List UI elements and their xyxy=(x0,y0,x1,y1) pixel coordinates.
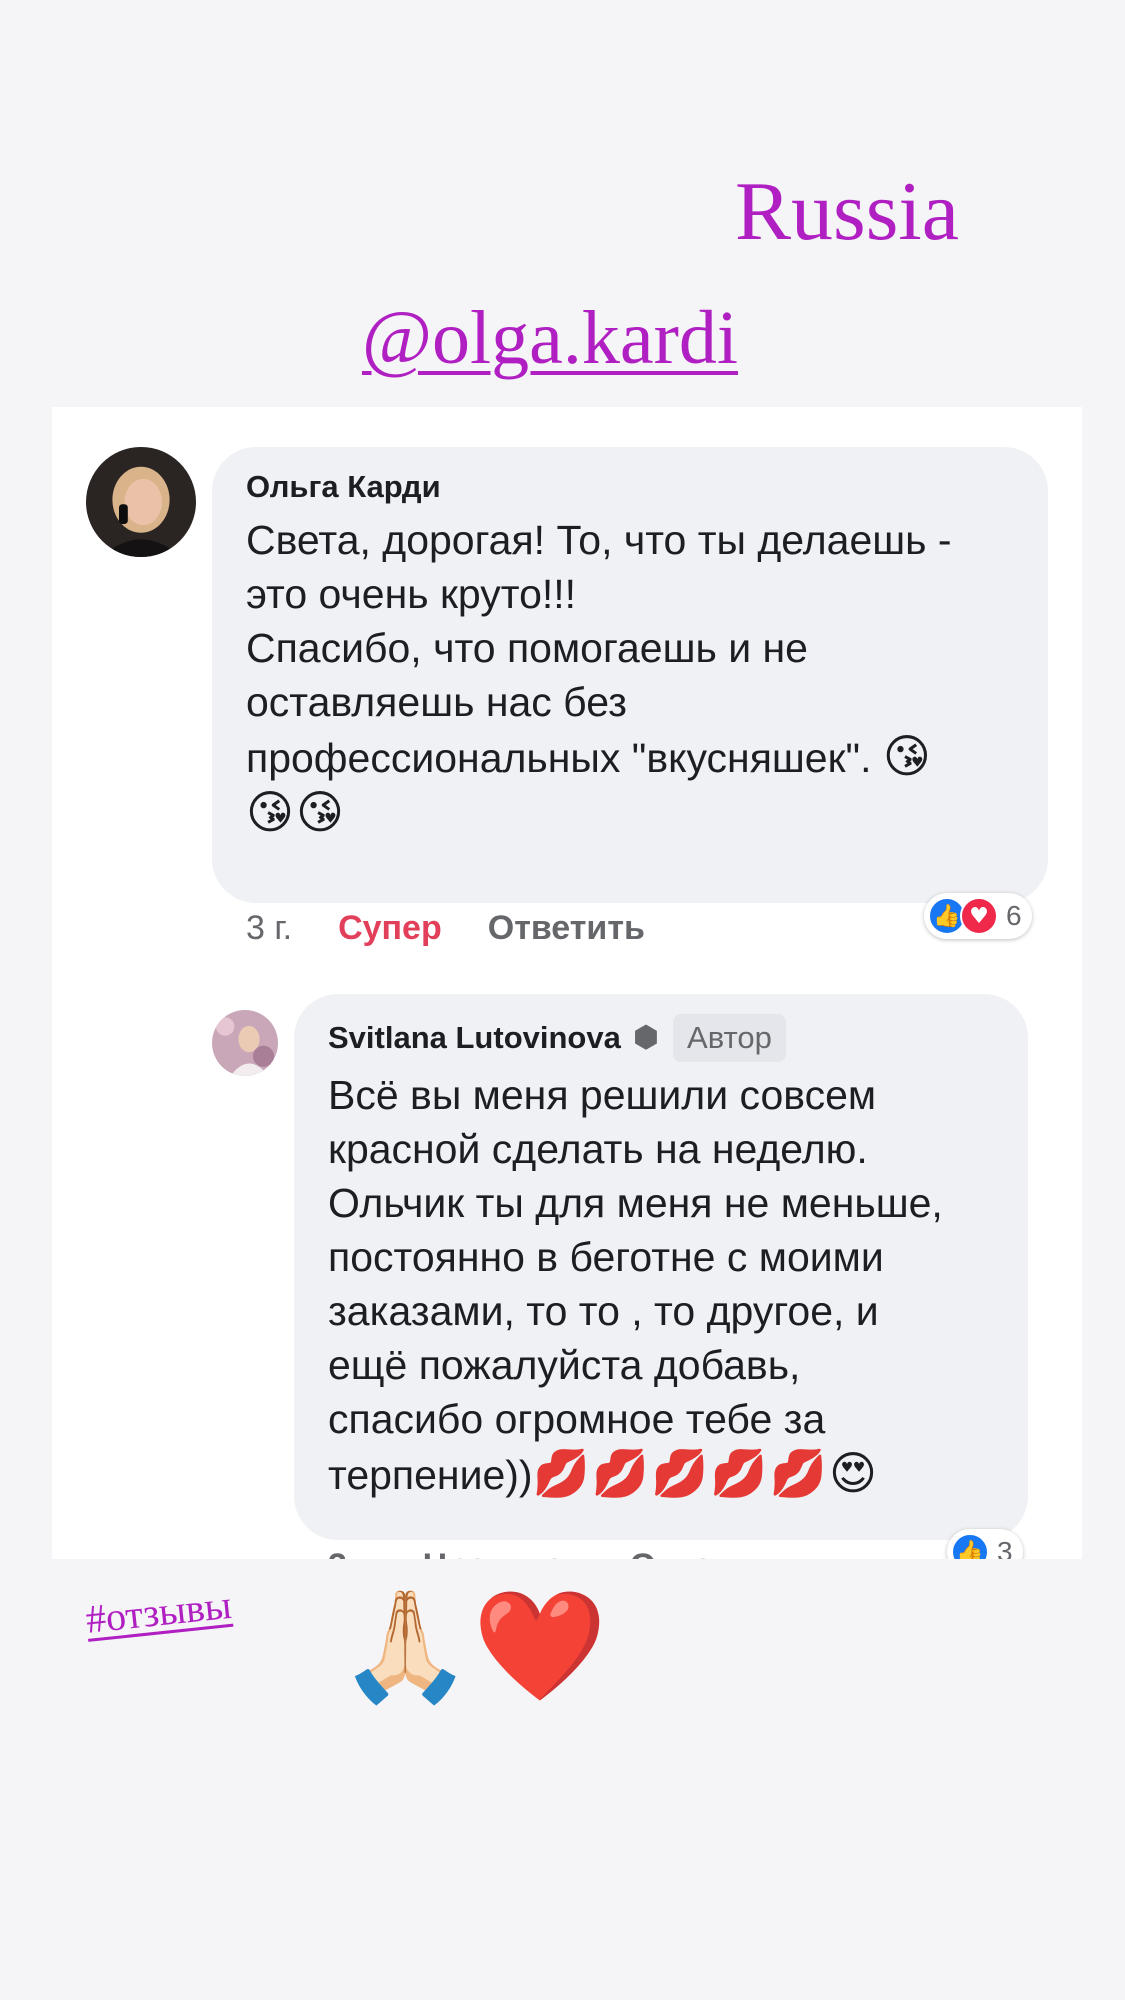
comment-actions: 3 г. Супер Ответить xyxy=(246,909,691,948)
comment-author[interactable]: Ольга Карди xyxy=(246,467,1014,507)
avatar[interactable] xyxy=(212,1010,278,1076)
author-badge: Автор xyxy=(673,1014,786,1062)
avatar[interactable] xyxy=(86,447,196,557)
location-sticker[interactable]: Russia xyxy=(735,170,959,254)
reaction-count: 6 xyxy=(1006,900,1022,931)
reply-bubble: Svitlana Lutovinova ⬢ Автор Всё вы меня … xyxy=(294,994,1028,1540)
hashtag-sticker[interactable]: #отзывы xyxy=(84,1581,234,1643)
love-icon: ♥ xyxy=(960,897,998,935)
reaction-summary[interactable]: 👍 ♥ 6 xyxy=(924,893,1032,939)
reply-actions: 3 г. Нравится Ответить xyxy=(328,1547,833,1559)
comment-bubble: Ольга Карди Света, дорогая! То, что ты д… xyxy=(212,447,1048,903)
profile-photo-icon xyxy=(86,447,196,557)
comment-screenshot: Ольга Карди Света, дорогая! То, что ты д… xyxy=(52,407,1082,1559)
reply-author[interactable]: Svitlana Lutovinova ⬢ Автор xyxy=(328,1014,994,1062)
praying-hands-heart-icon: 🙏🏻❤️ xyxy=(338,1585,607,1706)
super-reaction-button[interactable]: Супер xyxy=(338,909,442,948)
like-button[interactable]: Нравится xyxy=(423,1547,584,1559)
profile-photo-icon xyxy=(212,1010,278,1076)
comment-timestamp[interactable]: 3 г. xyxy=(246,909,292,948)
emoji-lips-icon: 💋💋💋💋💋😍 xyxy=(532,1446,879,1500)
mention-sticker[interactable]: @olga.kardi xyxy=(362,300,738,376)
comment-text: Света, дорогая! То, что ты делаешь - это… xyxy=(246,517,952,839)
reaction-count: 3 xyxy=(997,1536,1013,1559)
shield-badge-icon: ⬢ xyxy=(632,1021,660,1054)
reply-button[interactable]: Ответить xyxy=(488,909,645,948)
reaction-summary[interactable]: 👍 3 xyxy=(947,1529,1023,1559)
reply-button[interactable]: Ответить xyxy=(630,1547,787,1559)
reply-timestamp[interactable]: 3 г. xyxy=(328,1547,377,1559)
reply-text: Всё вы меня решили совсем красной сделат… xyxy=(328,1072,943,1500)
like-icon: 👍 xyxy=(951,1533,989,1559)
